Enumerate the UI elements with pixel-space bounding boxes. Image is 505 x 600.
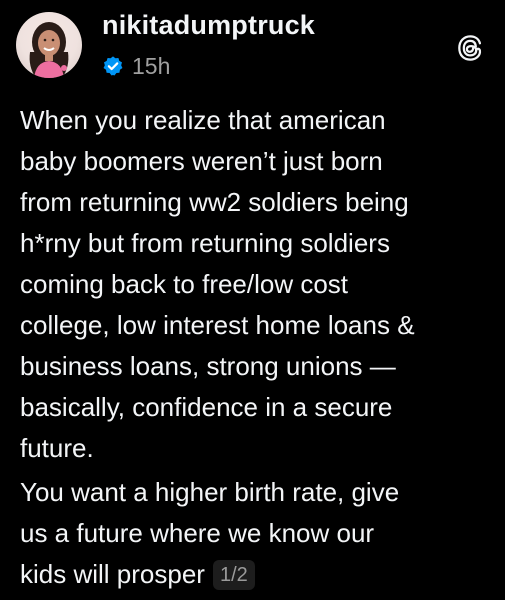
pagination-badge[interactable]: 1/2 — [212, 560, 255, 590]
text-line: When you realize that american — [20, 105, 386, 135]
text-line: basically, confidence in a secure — [20, 392, 393, 422]
username[interactable]: nikitadumptruck — [102, 10, 315, 41]
post-timestamp: 15h — [132, 52, 171, 79]
post-text-paragraph-1: When you realize that american baby boom… — [20, 100, 490, 469]
text-line: business loans, strong unions — — [20, 351, 396, 381]
threads-logo-icon[interactable] — [455, 33, 485, 63]
post-text-paragraph-2: You want a higher birth rate, give us a … — [20, 472, 490, 595]
text-line: kids will prosper — [20, 559, 205, 589]
text-line: us a future where we know our — [20, 518, 375, 548]
avatar-photo — [29, 22, 69, 78]
text-line: coming back to free/low cost — [20, 269, 349, 299]
text-line: h*rny but from returning soldiers — [20, 228, 390, 258]
text-line: from returning ww2 soldiers being — [20, 187, 409, 217]
text-line: future. — [20, 433, 94, 463]
avatar[interactable] — [16, 12, 82, 78]
threads-post: nikitadumptruck 15h When you realize tha… — [0, 0, 505, 600]
text-line: You want a higher birth rate, give — [20, 477, 400, 507]
text-line: baby boomers weren’t just born — [20, 146, 383, 176]
verified-badge-icon — [103, 56, 123, 76]
post-meta: 15h — [102, 52, 170, 80]
text-line-with-pager: kids will prosper 1/2 — [20, 554, 490, 595]
text-line: college, low interest home loans & — [20, 310, 415, 340]
